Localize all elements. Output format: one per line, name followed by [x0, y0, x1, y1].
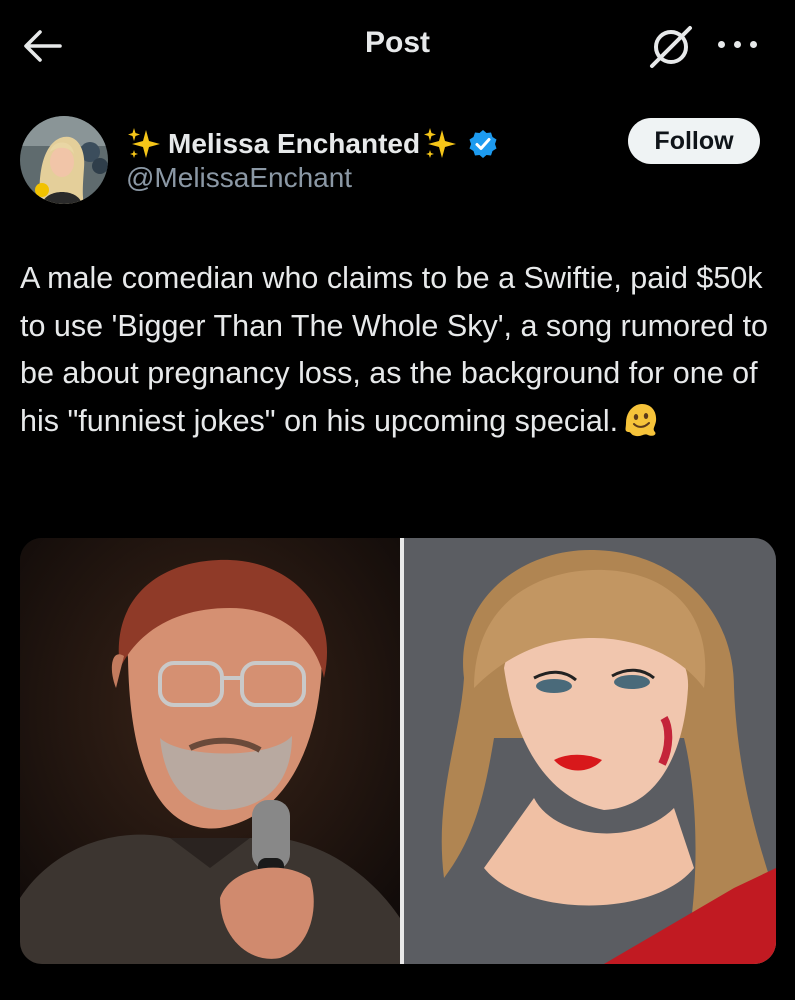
melting-face-emoji: [625, 403, 657, 436]
more-dot-icon: [750, 41, 757, 48]
more-dot-icon: [718, 41, 725, 48]
post-media[interactable]: [20, 538, 776, 964]
top-bar: Post: [0, 0, 795, 92]
more-dot-icon: [734, 41, 741, 48]
author-handle[interactable]: @MelissaEnchant: [126, 162, 352, 194]
woman-photo[interactable]: [404, 538, 776, 964]
author-row: Melissa Enchanted @MelissaEnchant Follow: [20, 116, 780, 212]
more-options-button[interactable]: [712, 22, 764, 66]
author-name-row[interactable]: Melissa Enchanted: [126, 124, 498, 164]
sparkles-icon: [424, 128, 457, 158]
comedian-photo[interactable]: [20, 538, 400, 964]
verified-badge-icon: [469, 130, 497, 158]
author-name: Melissa Enchanted: [168, 128, 421, 159]
avatar-image: [20, 116, 108, 204]
grok-icon: [650, 26, 692, 68]
follow-button[interactable]: Follow: [628, 118, 760, 164]
sparkles-icon: [128, 128, 160, 158]
avatar[interactable]: [20, 116, 108, 204]
grok-button[interactable]: [646, 22, 696, 72]
post-text-container: A male comedian who claims to be a Swift…: [20, 255, 780, 445]
